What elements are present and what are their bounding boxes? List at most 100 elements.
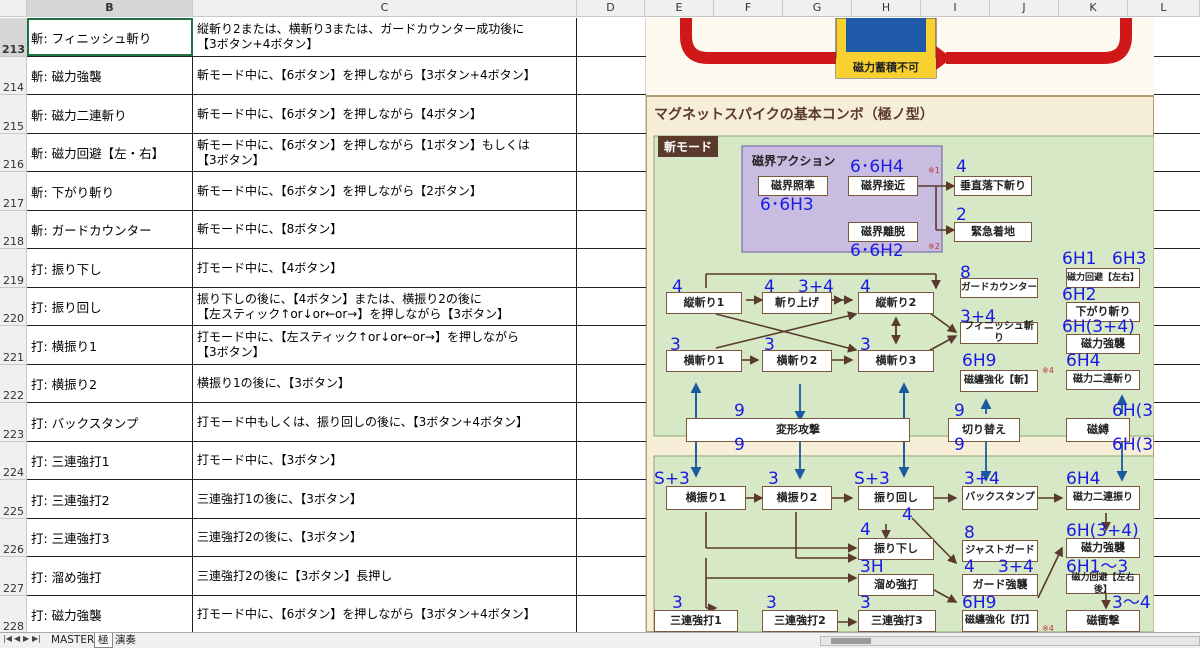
row-number[interactable]: 224 [0,442,27,480]
cell-c[interactable]: 斬モード中に、【6ボタン】を押しながら【2ボタン】 [193,172,577,210]
cell-b[interactable]: 打: 三連強打3 [27,519,193,556]
row-number-text: 217 [3,197,24,210]
cell-b[interactable]: 打: バックスタンプ [27,403,193,441]
cell-b[interactable]: 打: 三連強打1 [27,442,193,479]
input-note: 3 [860,335,871,355]
scrollbar-thumb[interactable] [831,638,871,644]
cell-b[interactable]: 打: 振り回し [27,288,193,325]
input-note: 3 [672,593,683,613]
select-all-corner[interactable] [0,0,27,17]
box-guard-counter: ガードカウンター [960,278,1038,298]
input-note: 4 [964,557,975,577]
row-number[interactable]: 215 [0,95,27,134]
row-number[interactable]: 219 [0,249,27,288]
input-note: 6H(3+4) [1062,317,1135,337]
row-number[interactable]: 227 [0,557,27,596]
box-jikai-sekkin: 磁界接近 [848,176,918,196]
column-header-j[interactable]: J [990,0,1059,17]
input-note: 4 [860,277,871,297]
box-yokofuri-2: 横振り2 [762,486,832,510]
magnet-lock-label: 磁力蓄積不可 [836,58,936,78]
column-header-f[interactable]: F [714,0,783,17]
input-note: 9 [954,435,965,455]
column-header-k[interactable]: K [1059,0,1128,17]
row-number[interactable]: 222 [0,365,27,403]
input-note: 9 [734,401,745,421]
row-number[interactable]: 220 [0,288,27,326]
cell-c[interactable]: 三連強打2の後に【3ボタン】長押し [193,557,577,595]
cell-b[interactable]: 斬: ガードカウンター [27,211,193,248]
horizontal-scrollbar[interactable] [820,636,1200,646]
cell-c-text: 打モード中もしくは、振り回しの後に、【3ボタン+4ボタン】 [197,414,528,429]
cell-c[interactable]: 振り下しの後に、【4ボタン】または、横振り2の後に 【左スティック↑or↓or←… [193,288,577,325]
row-number-text: 222 [3,389,24,402]
cell-b[interactable]: 斬: 磁力二連斬り [27,95,193,133]
input-note: 9 [954,401,965,421]
row-number[interactable]: 221 [0,326,27,365]
row-number[interactable]: 214 [0,57,27,95]
sheet-tab-goku[interactable]: 極 [94,633,113,648]
row-number[interactable]: 217 [0,172,27,211]
row-number-text: 220 [3,312,24,325]
row-number-text: 225 [3,505,24,518]
prev-sheet-icon[interactable]: ◀ [14,634,20,643]
cell-c[interactable]: 斬モード中に、【8ボタン】 [193,211,577,248]
row-number[interactable]: 228 [0,596,27,634]
input-note: 4 [956,157,967,177]
cell-c[interactable]: 打モード中に、【3ボタン】 [193,442,577,479]
input-note: 6H2 [1062,285,1097,305]
cell-b[interactable]: 打: 磁力強襲 [27,596,193,633]
cell-c[interactable]: 斬モード中に、【6ボタン】を押しながら【3ボタン+4ボタン】 [193,57,577,94]
sheet-tab-enso[interactable]: 演奏 [112,633,139,648]
cell-b[interactable]: 斬: 磁力強襲 [27,57,193,94]
cell-b[interactable]: 打: 横振り1 [27,326,193,364]
column-header-g[interactable]: G [783,0,852,17]
column-header-i[interactable]: I [921,0,990,17]
box-back-stamp: バックスタンプ [962,486,1038,510]
cell-c[interactable]: 打モード中もしくは、振り回しの後に、【3ボタン+4ボタン】 [193,403,577,441]
row-number[interactable]: 226 [0,519,27,557]
row-number[interactable]: 213 [0,18,27,57]
row-number[interactable]: 216 [0,134,27,172]
cell-b[interactable]: 打: 横振り2 [27,365,193,402]
column-header-b[interactable]: B [27,0,193,17]
cell-c[interactable]: 三連強打1の後に、【3ボタン】 [193,480,577,518]
cell-b[interactable]: 斬: フィニッシュ斬り [27,18,193,56]
cell-c[interactable]: 打モード中に、【左スティック↑or↓or←or→】を押しながら 【3ボタン】 [193,326,577,364]
cell-b[interactable]: 斬: 下がり斬り [27,172,193,210]
cell-c[interactable]: 打モード中に、【6ボタン】を押しながら【3ボタン+4ボタン】 [193,596,577,633]
sheet-tab-master[interactable]: MASTER [48,633,97,648]
row-number-text: 227 [3,582,24,595]
note-marker-2: ※2 [928,242,940,251]
cell-b[interactable]: 打: 振り下し [27,249,193,287]
cell-c[interactable]: 打モード中に、【4ボタン】 [193,249,577,287]
cell-b[interactable]: 打: 三連強打2 [27,480,193,518]
cell-c-text: 斬モード中に、【8ボタン】 [197,222,343,236]
input-note: 8 [964,523,975,543]
cell-c[interactable]: 斬モード中に、【6ボタン】を押しながら【1ボタン】もしくは 【3ボタン】 [193,134,577,171]
column-header-d[interactable]: D [577,0,645,17]
cell-b[interactable]: 斬: 磁力回避【左・右】 [27,134,193,171]
box-kaihi-lb: 磁力回避【左右後】 [1066,573,1140,595]
last-sheet-icon[interactable]: ▶| [32,634,41,643]
column-header-l[interactable]: L [1128,0,1200,17]
cell-c[interactable]: 横振り1の後に、【3ボタン】 [193,365,577,402]
cell-c[interactable]: 三連強打2の後に、【3ボタン】 [193,519,577,556]
row-number[interactable]: 223 [0,403,27,442]
next-sheet-icon[interactable]: ▶ [23,634,29,643]
cell-c[interactable]: 縦斬り2または、横斬り3または、ガードカウンター成功後に 【3ボタン+4ボタン】 [193,18,577,56]
first-sheet-icon[interactable]: |◀ [3,634,12,643]
column-header-c[interactable]: C [193,0,577,17]
column-header-e[interactable]: E [645,0,714,17]
row-number[interactable]: 218 [0,211,27,249]
note-marker-1: ※1 [928,166,940,175]
input-note: 9 [734,435,745,455]
cell-c-text: 斬モード中に、【6ボタン】を押しながら【1ボタン】もしくは 【3ボタン】 [197,137,530,167]
box-furimawashi: 振り回し [858,486,934,510]
input-note: 4 [672,277,683,297]
row-number[interactable]: 225 [0,480,27,519]
cell-b[interactable]: 打: 溜め強打 [27,557,193,595]
cell-c-text: 三連強打2の後に、【3ボタン】 [197,530,362,544]
cell-c[interactable]: 斬モード中に、【6ボタン】を押しながら【4ボタン】 [193,95,577,133]
column-header-h[interactable]: H [852,0,921,17]
